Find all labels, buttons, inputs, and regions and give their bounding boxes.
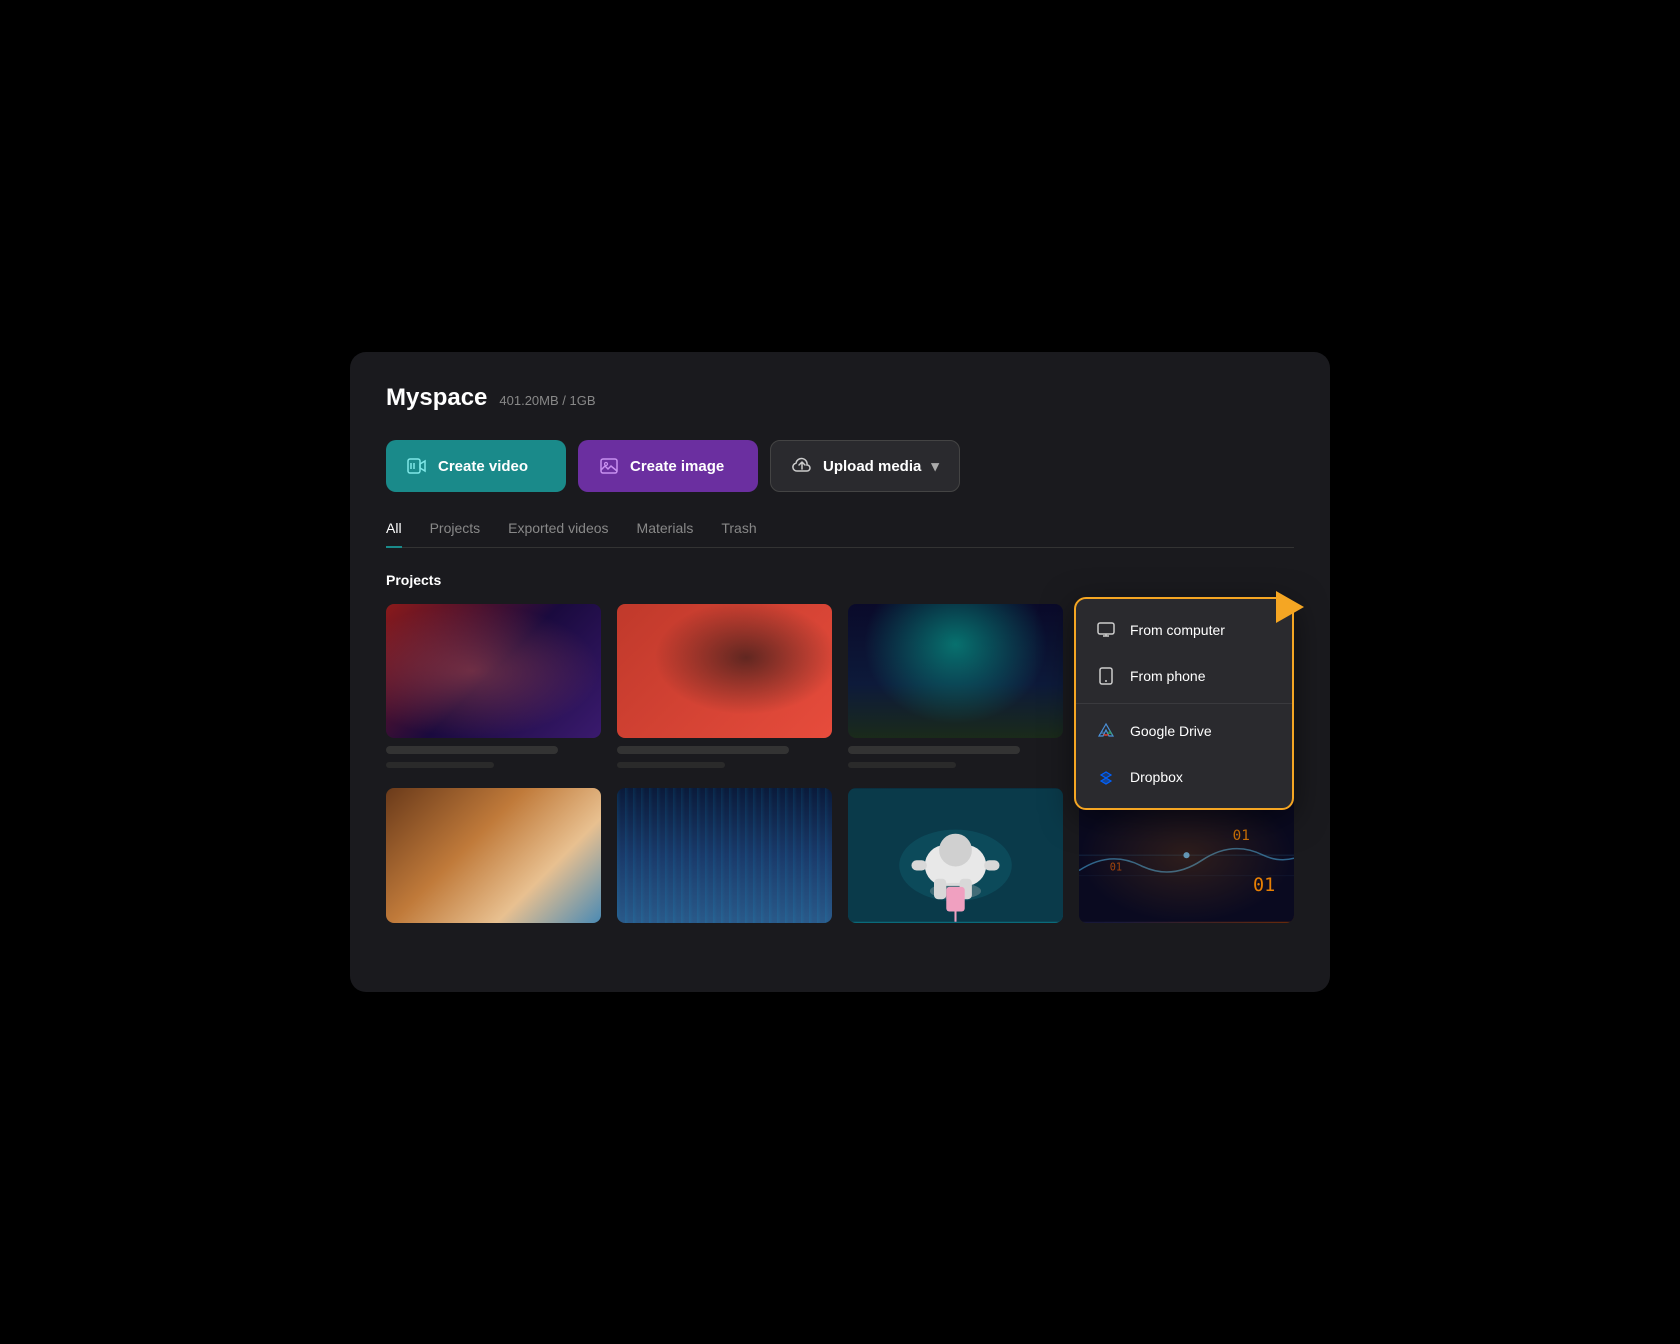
- header: Myspace 401.20MB / 1GB: [386, 384, 1294, 412]
- app-container: Myspace 401.20MB / 1GB Create video: [350, 352, 1330, 992]
- list-item[interactable]: [848, 788, 1063, 922]
- create-image-icon: [598, 455, 620, 477]
- meta-subtitle: [617, 762, 725, 768]
- thumbnail: [617, 788, 832, 922]
- tab-all[interactable]: All: [386, 520, 402, 548]
- meta-title: [386, 746, 558, 754]
- tab-exported[interactable]: Exported videos: [508, 520, 608, 548]
- from-phone-label: From phone: [1130, 668, 1205, 684]
- svg-text:01: 01: [1110, 863, 1122, 874]
- list-item[interactable]: [848, 604, 1063, 768]
- list-item[interactable]: [617, 604, 832, 768]
- list-item[interactable]: [386, 788, 601, 922]
- meta-subtitle: [386, 762, 494, 768]
- meta-subtitle: [848, 762, 956, 768]
- svg-text:01: 01: [1233, 828, 1250, 844]
- dropdown-item-google-drive[interactable]: Google Drive: [1076, 708, 1292, 754]
- meta-title: [617, 746, 789, 754]
- upload-media-label: Upload media: [823, 458, 921, 475]
- tab-trash[interactable]: Trash: [721, 520, 756, 548]
- tab-materials[interactable]: Materials: [637, 520, 694, 548]
- projects-section-title: Projects: [386, 572, 1294, 588]
- upload-dropdown: From computer From phone Googl: [1074, 597, 1294, 810]
- thumbnail: [848, 788, 1063, 922]
- create-video-label: Create video: [438, 458, 528, 475]
- dropdown-item-dropbox[interactable]: Dropbox: [1076, 754, 1292, 800]
- dropdown-arrow-icon: [1276, 591, 1304, 623]
- meta-title: [848, 746, 1020, 754]
- thumbnail: [386, 788, 601, 922]
- app-title: Myspace: [386, 384, 487, 412]
- svg-text:01: 01: [1253, 875, 1275, 896]
- tabs-bar: All Projects Exported videos Materials T…: [386, 520, 1294, 548]
- tab-projects[interactable]: Projects: [430, 520, 481, 548]
- list-item[interactable]: [386, 604, 601, 768]
- dropdown-item-from-computer[interactable]: From computer: [1076, 607, 1292, 653]
- dropdown-item-from-phone[interactable]: From phone: [1076, 653, 1292, 699]
- create-video-button[interactable]: Create video: [386, 440, 566, 492]
- thumbnail: [848, 604, 1063, 738]
- google-drive-icon: [1096, 721, 1116, 741]
- upload-media-button[interactable]: Upload media ▾: [770, 440, 960, 492]
- storage-info: 401.20MB / 1GB: [499, 393, 595, 408]
- dropbox-label: Dropbox: [1130, 769, 1183, 785]
- upload-media-icon: [791, 455, 813, 477]
- create-image-button[interactable]: Create image: [578, 440, 758, 492]
- action-bar: Create video Create image Upload media ▾: [386, 440, 1294, 492]
- dropbox-icon: [1096, 767, 1116, 787]
- phone-icon: [1096, 666, 1116, 686]
- google-drive-label: Google Drive: [1130, 723, 1212, 739]
- computer-icon: [1096, 620, 1116, 640]
- dropdown-divider: [1076, 703, 1292, 704]
- list-item[interactable]: [617, 788, 832, 922]
- create-video-icon: [406, 455, 428, 477]
- upload-chevron-icon: ▾: [931, 457, 939, 475]
- thumbnail: [386, 604, 601, 738]
- thumbnail: [617, 604, 832, 738]
- from-computer-label: From computer: [1130, 622, 1225, 638]
- create-image-label: Create image: [630, 458, 724, 475]
